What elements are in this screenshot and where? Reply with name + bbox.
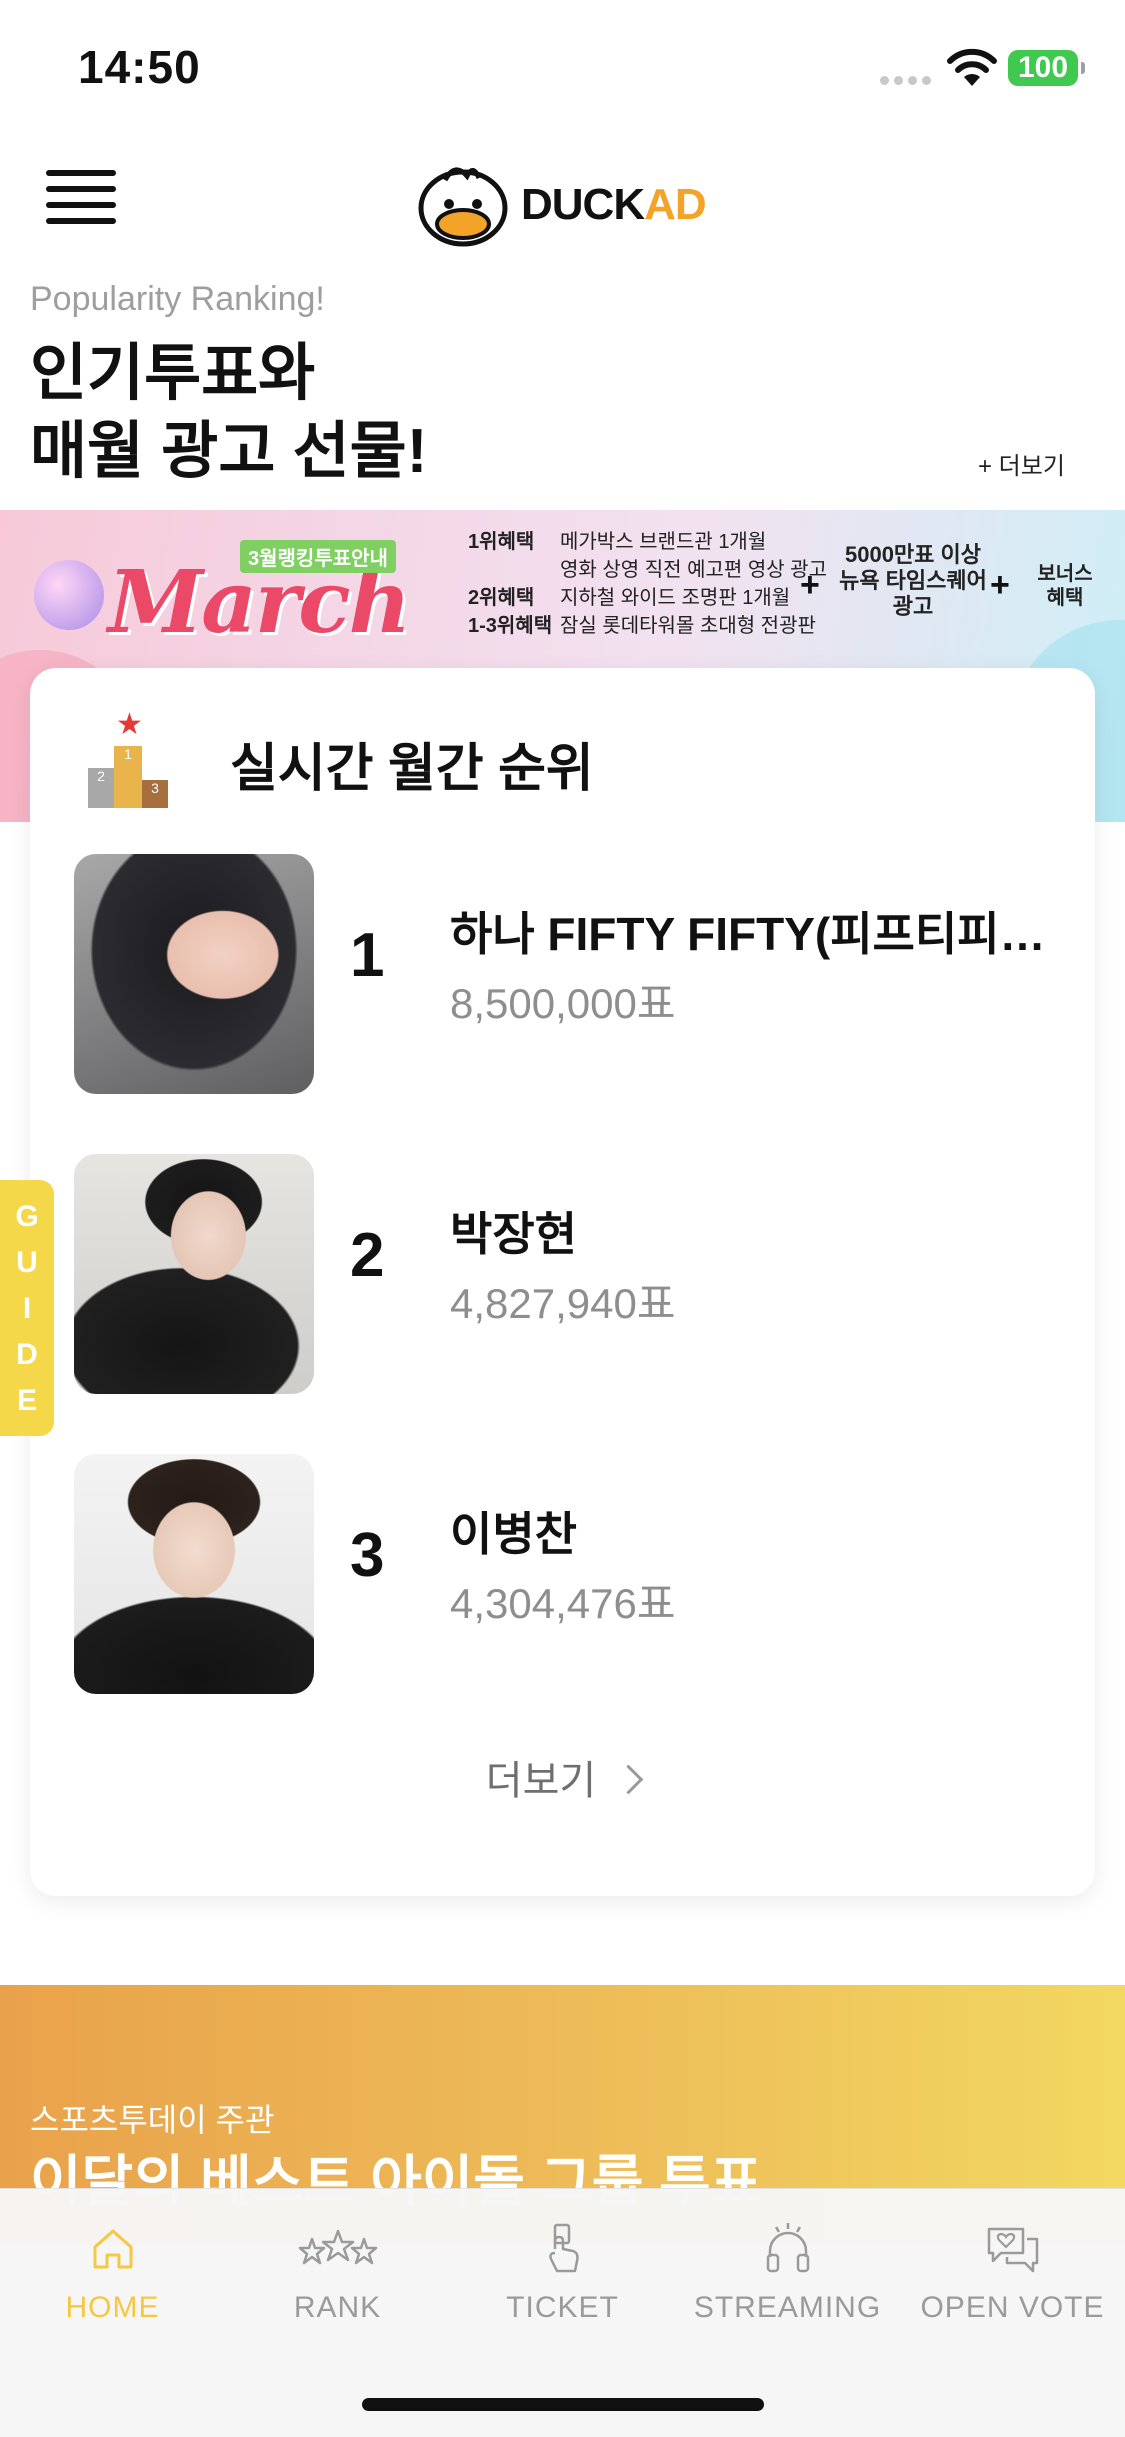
chat-heart-icon [987, 2227, 1038, 2273]
ranking-item[interactable]: 2 박장현 4,827,940표 [74, 1154, 1074, 1394]
ranking-card-header: ★ 1 2 3 실시간 월간 순위 [30, 668, 1095, 808]
rank-number: 3 [350, 1521, 385, 1590]
promo-subtitle: 스포츠투데이 주관 [30, 2102, 275, 2138]
home-icon [93, 2229, 132, 2269]
stars-icon [298, 2229, 377, 2265]
artist-photo [74, 1454, 314, 1694]
ranking-item[interactable]: 1 하나 FIFTY FIFTY(피프티피프티) 8,500,000표 [74, 854, 1074, 1094]
chevron-right-icon [613, 1764, 644, 1795]
intro-title-line1: 인기투표와 [30, 339, 316, 408]
hamburger-menu-button[interactable] [46, 170, 116, 228]
tab-label: HOME [65, 2291, 160, 2324]
vote-count: 4,304,476표 [450, 1580, 676, 1627]
guide-side-tab[interactable]: G U I D E [0, 1180, 54, 1436]
banner-bonus: 보너스 혜택 [1037, 563, 1093, 609]
tab-label: OPEN VOTE [920, 2291, 1105, 2324]
benefit-row: 2위혜택 지하철 와이드 조명판 1개월 [468, 587, 791, 609]
monthly-ranking-card: ★ 1 2 3 실시간 월간 순위 1 하나 FIFTY FIFTY(피프티피프… [30, 668, 1095, 1896]
ticket-hand-icon [548, 2223, 579, 2273]
benefit-row: 1-3위혜택 잠실 롯데타워몰 초대형 전광판 [468, 615, 816, 637]
artist-photo [74, 1154, 314, 1394]
artist-name: 박장현 [450, 1208, 577, 1260]
home-indicator[interactable] [362, 2398, 764, 2411]
artist-name: 이병찬 [450, 1508, 577, 1560]
banner-tag: 3월랭킹투표안내 [240, 540, 396, 573]
signal-dots-icon [880, 72, 936, 85]
ranking-title: 실시간 월간 순위 [230, 740, 594, 798]
intro-more-link[interactable]: + 더보기 [978, 446, 1065, 481]
rank-number: 2 [350, 1221, 385, 1290]
tab-ticket[interactable]: TICKET [450, 2219, 675, 2339]
duck-logo-icon [418, 167, 508, 247]
tab-label: RANK [293, 2291, 382, 2324]
ranking-more-label: 더보기 [485, 1759, 597, 1803]
battery-indicator: 100 [1008, 50, 1085, 86]
intro-subtitle: Popularity Ranking! [30, 280, 325, 318]
headphones-icon [766, 2223, 809, 2273]
status-time: 14:50 [78, 41, 201, 93]
guide-letter: U [16, 1246, 38, 1279]
vote-count: 4,827,940표 [450, 1280, 676, 1327]
status-bar: 14:50 100 [0, 0, 1125, 140]
benefit-row: 1위혜택 메가박스 브랜드관 1개월 [468, 531, 767, 553]
guide-letter: G [15, 1200, 39, 1233]
intro-title: 인기투표와 매월 광고 선물! [30, 335, 427, 491]
tab-label: TICKET [506, 2291, 619, 2324]
tab-rank[interactable]: RANK [225, 2219, 450, 2339]
plus-icon: + [800, 566, 820, 604]
benefit-row: 영화 상영 직전 예고편 영상 광고 [560, 559, 827, 581]
podium-icon: ★ 1 2 3 [88, 710, 176, 810]
plus-icon: + [990, 566, 1010, 604]
duckad-logo[interactable]: DUCKAD [415, 158, 725, 248]
banner-middle-benefit: 5000만표 이상 뉴욕 타임스퀘어 광고 [839, 542, 987, 619]
tab-home[interactable]: HOME [0, 2219, 225, 2339]
banner-benefits: 1위혜택 메가박스 브랜드관 1개월 영화 상영 직전 예고편 영상 광고 2위혜… [468, 528, 827, 640]
vote-count: 8,500,000표 [450, 980, 676, 1027]
rank-number: 1 [350, 921, 385, 990]
tab-label: STREAMING [693, 2291, 882, 2324]
guide-letter: E [16, 1384, 37, 1417]
ranking-item[interactable]: 3 이병찬 4,304,476표 [74, 1454, 1074, 1694]
artist-name: 하나 FIFTY FIFTY(피프티피프티) [450, 908, 1050, 960]
guide-letter: D [16, 1338, 38, 1371]
logo-text: DUCKAD [521, 180, 707, 229]
app-header: DUCKAD [0, 140, 1125, 260]
artist-photo [74, 854, 314, 1094]
intro-title-line2: 매월 광고 선물! [30, 417, 428, 486]
tab-streaming[interactable]: STREAMING [675, 2219, 900, 2339]
tab-open-vote[interactable]: OPEN VOTE [900, 2219, 1125, 2339]
wifi-icon [947, 48, 997, 86]
guide-letter: I [22, 1292, 32, 1325]
ranking-more-button[interactable]: 더보기 [30, 1748, 1095, 1806]
planet-icon [34, 560, 104, 630]
